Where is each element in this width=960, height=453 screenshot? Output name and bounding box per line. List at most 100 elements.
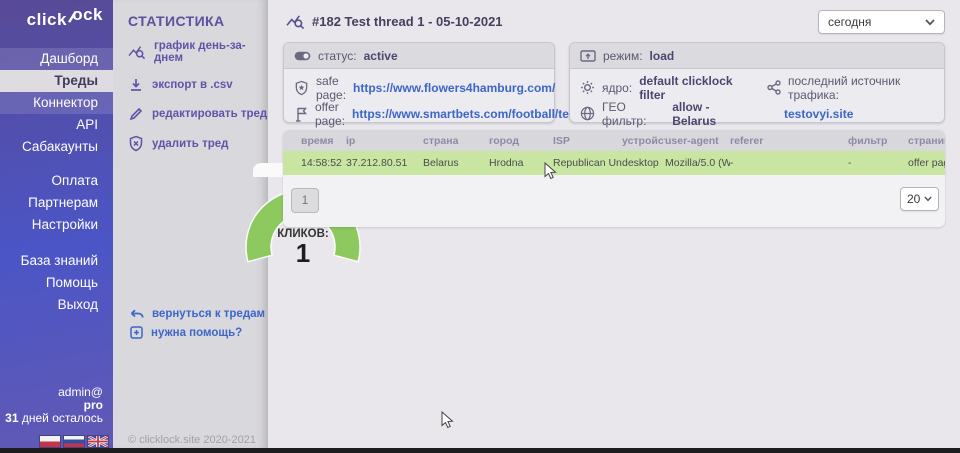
- menu-item-label: удалить тред: [152, 138, 228, 150]
- status-panel: статус: active safe page: https://www.fl…: [283, 42, 555, 123]
- mode-label: режим:: [603, 49, 643, 63]
- table-cell-time: 14:58:52: [283, 157, 346, 169]
- menu-item-label: экспорт в .csv: [152, 79, 233, 91]
- mode-panel-header: режим: load: [570, 43, 944, 69]
- offer-page-row: offer page: https://www.smartbets.com/fo…: [284, 101, 554, 126]
- user-info: admin@ pro 31 дней осталось: [5, 386, 103, 425]
- language-flags: [40, 436, 108, 447]
- core-row: ядро: default clicklock filter: [570, 75, 757, 100]
- table-col-header[interactable]: user-agent: [665, 135, 730, 147]
- sidebar-item-threads[interactable]: Треды: [0, 70, 113, 92]
- link-label: нужна помощь?: [151, 327, 242, 339]
- table-col-header[interactable]: ISP: [553, 135, 622, 147]
- sidebar-item-dashboard[interactable]: Дашборд: [0, 48, 113, 70]
- toggle-icon: [294, 51, 311, 61]
- mouse-cursor: [544, 162, 557, 180]
- sidebar-item-partners[interactable]: Партнерам: [0, 192, 113, 214]
- copyright: © clicklock.site 2020-2021: [128, 434, 256, 446]
- page-title-row: #182 Test thread 1 - 05-10-2021: [286, 13, 503, 30]
- table-cell-filter: -: [848, 157, 908, 169]
- table-header-row: время ip страна город ISP устройство use…: [283, 130, 945, 151]
- sidebar-item-logout[interactable]: Выход: [0, 294, 113, 316]
- mouse-cursor: [441, 411, 454, 429]
- traffic-source-link[interactable]: testovyi.site: [784, 107, 853, 121]
- traffic-table-panel: время ip страна город ISP устройство use…: [283, 130, 945, 227]
- page-size-value: 20: [907, 192, 920, 206]
- offer-page-link[interactable]: https://www.smartbets.com/football/tea..…: [352, 107, 586, 121]
- menu-item-delete-thread[interactable]: удалить тред: [128, 135, 268, 152]
- pencil-icon: [128, 106, 144, 122]
- table-col-header[interactable]: ip: [346, 135, 423, 147]
- period-select-value: сегодня: [828, 15, 871, 29]
- statistics-menu: график день-за-днем экспорт в .csv редак…: [128, 40, 268, 165]
- geo-filter-label: ГЕО фильтр:: [602, 100, 665, 128]
- main-content: #182 Test thread 1 - 05-10-2021 сегодня …: [268, 0, 960, 448]
- menu-item-label: редактировать тред: [152, 108, 267, 120]
- sidebar-item-api[interactable]: API: [0, 114, 113, 136]
- gear-icon: [580, 80, 595, 95]
- core-label: ядро:: [602, 81, 632, 95]
- flag-icon: [294, 106, 308, 122]
- core-value: default clicklock filter: [639, 74, 747, 102]
- traffic-source-label: последний источник трафика:: [788, 74, 934, 102]
- sidebar-item-subaccounts[interactable]: Сабакаунты: [0, 136, 113, 158]
- statistics-panel: СТАТИСТИКА график день-за-днем экспорт в…: [113, 0, 268, 448]
- chart-magnifier-icon: [286, 13, 305, 30]
- traffic-source-row: последний источник трафика:: [757, 75, 944, 100]
- table-cell-page: offer page: [908, 157, 945, 169]
- table-col-header[interactable]: referer: [730, 135, 848, 147]
- sidebar-item-knowledge-base[interactable]: База знаний: [0, 250, 113, 272]
- sidebar: clicklock Дашборд Треды Коннектор API Са…: [0, 0, 113, 448]
- poland-flag-icon[interactable]: [40, 436, 60, 447]
- uk-flag-icon[interactable]: [88, 436, 108, 447]
- status-value: active: [364, 49, 398, 63]
- back-to-threads-link[interactable]: вернуться к тредам: [130, 308, 265, 320]
- pagination-page-button[interactable]: 1: [291, 188, 319, 213]
- menu-item-edit-thread[interactable]: редактировать тред: [128, 106, 268, 122]
- geo-filter-row: ГЕО фильтр: allow - Belarus: [570, 101, 757, 126]
- table-col-header[interactable]: устройство: [622, 135, 665, 147]
- safe-page-row: safe page: https://www.flowers4hamburg.c…: [284, 75, 554, 100]
- russia-flag-icon[interactable]: [64, 436, 84, 447]
- traffic-source-link-row: testovyi.site: [757, 101, 944, 126]
- period-select[interactable]: сегодня: [818, 10, 945, 34]
- table-col-header[interactable]: город: [489, 135, 553, 147]
- monitor-arrow-icon: [580, 50, 596, 62]
- table-col-header[interactable]: время: [283, 135, 346, 147]
- chevron-down-icon: [925, 19, 935, 26]
- menu-item-export-csv[interactable]: экспорт в .csv: [128, 77, 268, 93]
- table-cell-referer: -: [730, 157, 848, 169]
- page-size-select[interactable]: 20: [900, 187, 939, 211]
- table-cell-user-agent: Mozilla/5.0 (Win...: [665, 157, 730, 169]
- download-icon: [128, 77, 144, 93]
- menu-item-day-by-day-chart[interactable]: график день-за-днем: [128, 40, 268, 64]
- link-label: вернуться к тредам: [152, 308, 265, 320]
- globe-icon: [580, 106, 595, 121]
- table-col-header[interactable]: фильтр: [848, 135, 908, 147]
- table-cell-isp: Republican Unita...: [553, 157, 622, 169]
- status-label: статус:: [318, 49, 357, 63]
- sidebar-item-connector[interactable]: Коннектор: [0, 92, 113, 114]
- app-logo[interactable]: clicklock: [27, 10, 103, 30]
- table-cell-device: desktop: [622, 157, 665, 169]
- menu-item-label: график день-за-днем: [154, 40, 268, 64]
- geo-filter-value: allow - Belarus: [672, 100, 747, 128]
- safe-page-link[interactable]: https://www.flowers4hamburg.com/: [353, 81, 555, 95]
- safe-page-label: safe page:: [316, 74, 346, 102]
- table-cell-country: Belarus: [423, 157, 489, 169]
- shield-x-icon: [128, 135, 144, 152]
- share-icon: [767, 80, 781, 95]
- page-title: #182 Test thread 1 - 05-10-2021: [312, 14, 503, 29]
- sidebar-item-payment[interactable]: Оплата: [0, 170, 113, 192]
- user-days-left: 31 дней осталось: [5, 412, 103, 425]
- logo-text: click: [27, 10, 67, 29]
- need-help-link[interactable]: нужна помощь?: [130, 326, 242, 339]
- chart-magnifier-icon: [128, 44, 146, 60]
- mode-panel: режим: load ядро: default clicklock filt…: [569, 42, 945, 123]
- table-row[interactable]: 14:58:52 37.212.80.51 Belarus Hrodna Rep…: [283, 151, 945, 175]
- offer-page-label: offer page:: [315, 100, 345, 128]
- sidebar-item-settings[interactable]: Настройки: [0, 214, 113, 236]
- table-col-header[interactable]: страница: [908, 135, 945, 147]
- sidebar-item-help[interactable]: Помощь: [0, 272, 113, 294]
- table-col-header[interactable]: страна: [423, 135, 489, 147]
